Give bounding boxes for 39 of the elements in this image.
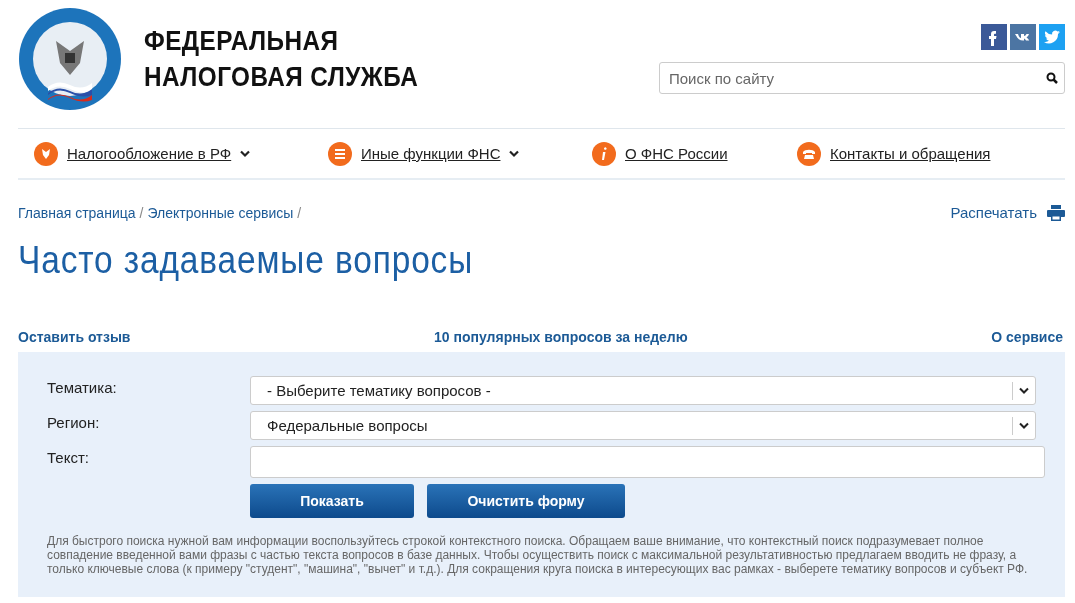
text-input-field[interactable] [250,446,1045,478]
breadcrumb-link[interactable]: Главная страница [18,204,136,221]
chevron-down-icon[interactable] [509,149,520,158]
help-text: Для быстрого поиска нужной вам информации воспользуйтесь строкой контекстного поиска. Обращаем ваше внимание, что контекстный поиск подразумевает полное совпадение введенной вами фразы с частью текста вопросов в базе данных. Чтобы осуществить поиск с максимальной результативностью предлагаем вводить не фразу, а только ключевые слова (к примеру "студент", "машина", "вычет" и т.д.). Для сокращения круга поиска в интересующих вас рамках - выберете тематику вопросов и субъект РФ. [47,534,1029,576]
breadcrumb-link[interactable]: Электронные сервисы [147,204,294,221]
dropdown-field[interactable]: Федеральные вопросы [250,411,1036,440]
nav-link[interactable]: О ФНС России [625,145,728,162]
field-label: Регион: [47,413,101,431]
page-title: Часто задаваемые вопросы [18,239,475,283]
top-link[interactable]: Оставить отзыв [18,329,131,345]
search-icon[interactable] [1046,72,1058,84]
nav-link[interactable]: Контакты и обращения [830,145,991,162]
phone-icon [797,141,821,166]
chevron-down-icon [1019,386,1029,395]
site-title: ФЕДЕРАЛЬНАЯ [144,25,340,58]
show-button[interactable]: Показать [250,484,414,518]
facebook-icon[interactable] [981,24,1007,50]
vk-icon[interactable] [1010,24,1036,50]
printer-icon [1047,204,1065,221]
breadcrumb-separator: / [297,204,302,221]
field-label: Тематика: [47,378,118,396]
print-link[interactable]: Распечатать [950,204,1065,221]
chevron-down-icon[interactable] [240,149,251,158]
nav-link[interactable]: Налогообложение в РФ [67,145,232,162]
menu-icon [328,141,352,166]
emblem-logo-icon[interactable] [18,7,122,111]
top-link[interactable]: О сервисе [991,329,1063,345]
emblem-icon [34,141,58,166]
dropdown-field[interactable]: - Выберите тематику вопросов - [250,376,1036,405]
top-link[interactable]: 10 популярных вопросов за неделю [434,329,688,345]
clear-form-button[interactable]: Очистить форму [427,484,625,518]
chevron-down-icon [1019,421,1029,430]
info-icon [592,141,616,166]
site-title: НАЛОГОВАЯ СЛУЖБА [144,61,419,94]
field-label: Текст: [47,448,90,466]
nav-link[interactable]: Иные функции ФНС [361,145,501,162]
search-field[interactable]: Поиск по сайту [659,62,1065,94]
twitter-icon[interactable] [1039,24,1065,50]
breadcrumb-separator: / [139,204,144,221]
